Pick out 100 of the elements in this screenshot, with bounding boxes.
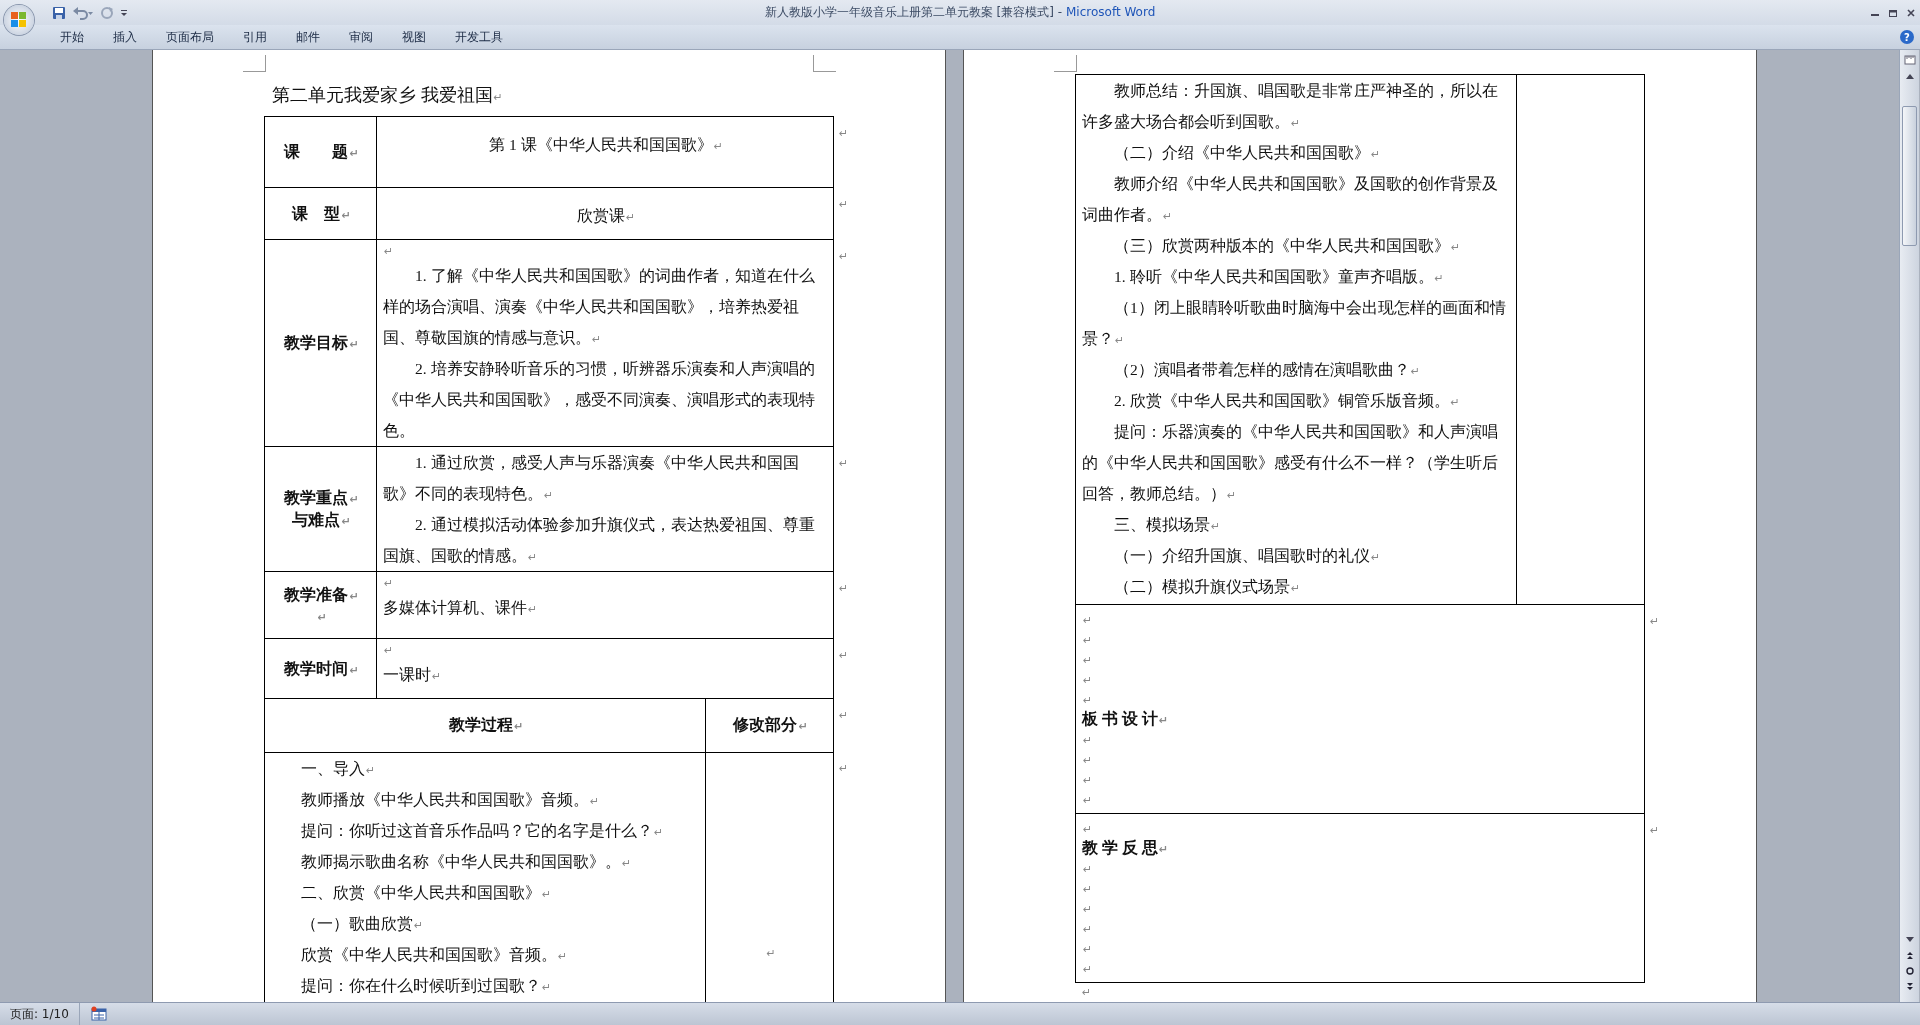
window-title: 新人教版小学一年级音乐上册第二单元教案 [兼容模式] - <box>764 5 1062 19</box>
cell-text: 一课时↵ <box>383 665 443 685</box>
undo-icon[interactable] <box>72 5 94 20</box>
paragraph-mark: ↵ <box>316 610 328 626</box>
row-label: 教学目标↵ <box>283 333 360 353</box>
paragraph-mark: ↵ <box>1082 862 1094 878</box>
cell-text: 欣赏课↵ <box>575 206 637 226</box>
row-label: 教学准备↵ <box>283 585 360 605</box>
paragraph: 教师播放《中华人民共和国国歌》音频。↵ <box>301 789 601 810</box>
paragraph: 三、模拟场景↵ <box>1113 515 1222 535</box>
paragraph: 提问：你听过这首音乐作品吗？它的名字是什么？↵ <box>301 820 665 841</box>
column-header: 教学过程↵ <box>447 715 525 736</box>
margin-corner-mark <box>813 55 836 72</box>
paragraph: （一）歌曲欣赏↵ <box>301 913 425 934</box>
paragraph-mark: ↵ <box>1082 962 1094 978</box>
document-heading: 第二单元我爱家乡 我爱祖国↵ <box>272 84 504 107</box>
paragraph-mark: ↵ <box>1082 942 1094 958</box>
paragraph: 教师揭示歌曲名称《中华人民共和国国歌》。↵ <box>301 851 633 872</box>
paragraph: 2. 欣赏《中华人民共和国国歌》铜管乐版音频。↵ <box>1113 391 1461 411</box>
cell-text: 2. 培养安静聆听音乐的习惯，听辨器乐演奏和人声演唱的《中华人民共和国国歌》，感受不同演奏、演唱形式的表现特色。 <box>383 359 816 441</box>
cell-text: 1. 通过欣赏，感受人声与乐器演奏《中华人民共和国国歌》不同的表现特色。↵ <box>383 453 800 504</box>
paragraph-mark: ↵ <box>1081 985 1093 999</box>
paragraph: （二）介绍《中华人民共和国国歌》↵ <box>1113 143 1382 163</box>
cell-text: 第 1 课《中华人民共和国国歌》↵ <box>488 135 724 155</box>
paragraph-mark: ↵ <box>765 946 777 962</box>
row-end-mark: ↵ <box>1650 615 1660 628</box>
paragraph: 一、导入↵ <box>301 758 377 779</box>
cell-text: 2. 通过模拟活动体验参加升旗仪式，表达热爱祖国、尊重国旗、国歌的情感。↵ <box>383 515 816 566</box>
paragraph-mark: ↵ <box>1082 793 1094 809</box>
cell-text: 1. 了解《中华人民共和国国歌》的词曲作者，知道在什么样的场合演唱、演奏《中华人民共和国国歌》，培养热爱祖国、尊敬国旗的情感与意识。↵ <box>383 266 816 348</box>
customize-caret-icon[interactable] <box>120 8 128 17</box>
paragraph: 提问：你在什么时候听到过国歌？↵ <box>301 975 553 996</box>
paragraph: 欣赏《中华人民共和国国歌》音频。↵ <box>301 944 569 965</box>
office-button[interactable] <box>4 4 34 35</box>
column-header: 修改部分↵ <box>731 715 809 736</box>
row-label: 教学重点↵ <box>283 488 360 508</box>
paragraph-mark: ↵ <box>1082 773 1094 789</box>
restore-icon[interactable] <box>1888 7 1898 18</box>
paragraph-mark: ↵ <box>1082 613 1094 629</box>
paragraph: 二、欣赏《中华人民共和国国歌》↵ <box>301 882 553 903</box>
paragraph-mark: ↵ <box>1082 633 1094 649</box>
row-label: 课 题↵ <box>282 142 360 162</box>
row-label: 课 型↵ <box>290 203 352 224</box>
scrollbar-thumb[interactable] <box>1902 106 1917 246</box>
paragraph-mark: ↵ <box>1082 733 1094 749</box>
ribbon-tab[interactable]: 视图 <box>390 25 438 49</box>
paragraph-mark: ↵ <box>383 576 395 592</box>
save-icon[interactable] <box>52 5 66 20</box>
row-end-mark: ↵ <box>839 249 849 263</box>
section-title: 教 学 反 思↵ <box>1082 838 1169 858</box>
margin-corner-mark <box>243 55 266 72</box>
page-count[interactable]: 页面: 1/10 <box>0 1003 80 1025</box>
row-label: 教学时间↵ <box>283 658 360 679</box>
paragraph: （1）闭上眼睛聆听歌曲时脑海中会出现怎样的画面和情景？↵ <box>1082 298 1507 349</box>
row-end-mark: ↵ <box>1650 823 1660 837</box>
app-name: Microsoft Word <box>1066 5 1156 19</box>
paragraph-mark: ↵ <box>1082 693 1094 709</box>
cell-text: 多媒体计算机、课件↵ <box>383 598 539 618</box>
paragraph: （一）介绍升国旗、唱国歌时的礼仪↵ <box>1113 546 1382 566</box>
paragraph: 教师总结：升国旗、唱国歌是非常庄严神圣的，所以在许多盛大场合都会听到国歌。↵ <box>1082 81 1499 132</box>
ribbon-tab[interactable]: 开发工具 <box>443 25 515 49</box>
row-end-mark: ↵ <box>839 709 849 722</box>
paragraph: 提问：乐器演奏的《中华人民共和国国歌》和人声演唱的《中华人民共和国国歌》感受有什么不一样？（学生听后回答，教师总结。）↵ <box>1082 422 1499 504</box>
paragraph-mark: ↵ <box>383 643 395 659</box>
paragraph: （三）欣赏两种版本的《中华人民共和国国歌》↵ <box>1113 236 1462 256</box>
row-end-mark: ↵ <box>839 581 849 595</box>
ribbon-tab[interactable]: 页面布局 <box>154 25 226 49</box>
paragraph-mark: ↵ <box>1082 673 1094 689</box>
section-title: 板 书 设 计↵ <box>1082 709 1169 729</box>
paragraph: 1. 聆听《中华人民共和国国歌》童声齐唱版。↵ <box>1113 267 1445 287</box>
vertical-scrollbar[interactable] <box>1899 50 1919 1002</box>
paragraph: （2）演唱者带着怎样的感情在演唱歌曲？↵ <box>1113 360 1421 380</box>
row-label: 与难点↵ <box>291 510 352 530</box>
row-end-mark: ↵ <box>839 648 849 662</box>
ruler-toggle-icon[interactable] <box>1903 54 1916 66</box>
ribbon-tab[interactable]: 插入 <box>101 25 149 49</box>
row-end-mark: ↵ <box>839 126 849 140</box>
paragraph-mark: ↵ <box>1082 902 1094 918</box>
paragraph-mark: ↵ <box>1082 922 1094 938</box>
scroll-up-icon[interactable] <box>1904 72 1915 80</box>
paragraph-mark: ↵ <box>1082 822 1094 838</box>
margin-corner-mark <box>1054 55 1077 72</box>
ribbon-tab[interactable]: 引用 <box>231 25 279 49</box>
browse-object-icon[interactable] <box>1904 966 1915 976</box>
ribbon-tab[interactable]: 邮件 <box>284 25 332 49</box>
paragraph-mark: ↵ <box>1082 882 1094 898</box>
paragraph-mark: ↵ <box>1082 653 1094 669</box>
row-end-mark: ↵ <box>839 456 849 470</box>
paragraph: 教师介绍《中华人民共和国国歌》及国歌的创作背景及词曲作者。↵ <box>1082 174 1499 225</box>
help-button[interactable]: ? <box>1900 30 1914 44</box>
ribbon-tab[interactable]: 审阅 <box>337 25 385 49</box>
paragraph: （二）模拟升旗仪式场景↵ <box>1113 577 1302 597</box>
paragraph-mark: ↵ <box>383 244 395 260</box>
layout-icon[interactable] <box>89 1006 108 1022</box>
row-end-mark: ↵ <box>839 762 849 775</box>
paragraph-mark: ↵ <box>1082 753 1094 769</box>
scroll-down-icon[interactable] <box>1904 936 1915 944</box>
close-icon[interactable] <box>1906 7 1916 18</box>
row-end-mark: ↵ <box>839 197 849 211</box>
ribbon-tab[interactable]: 开始 <box>48 25 96 49</box>
